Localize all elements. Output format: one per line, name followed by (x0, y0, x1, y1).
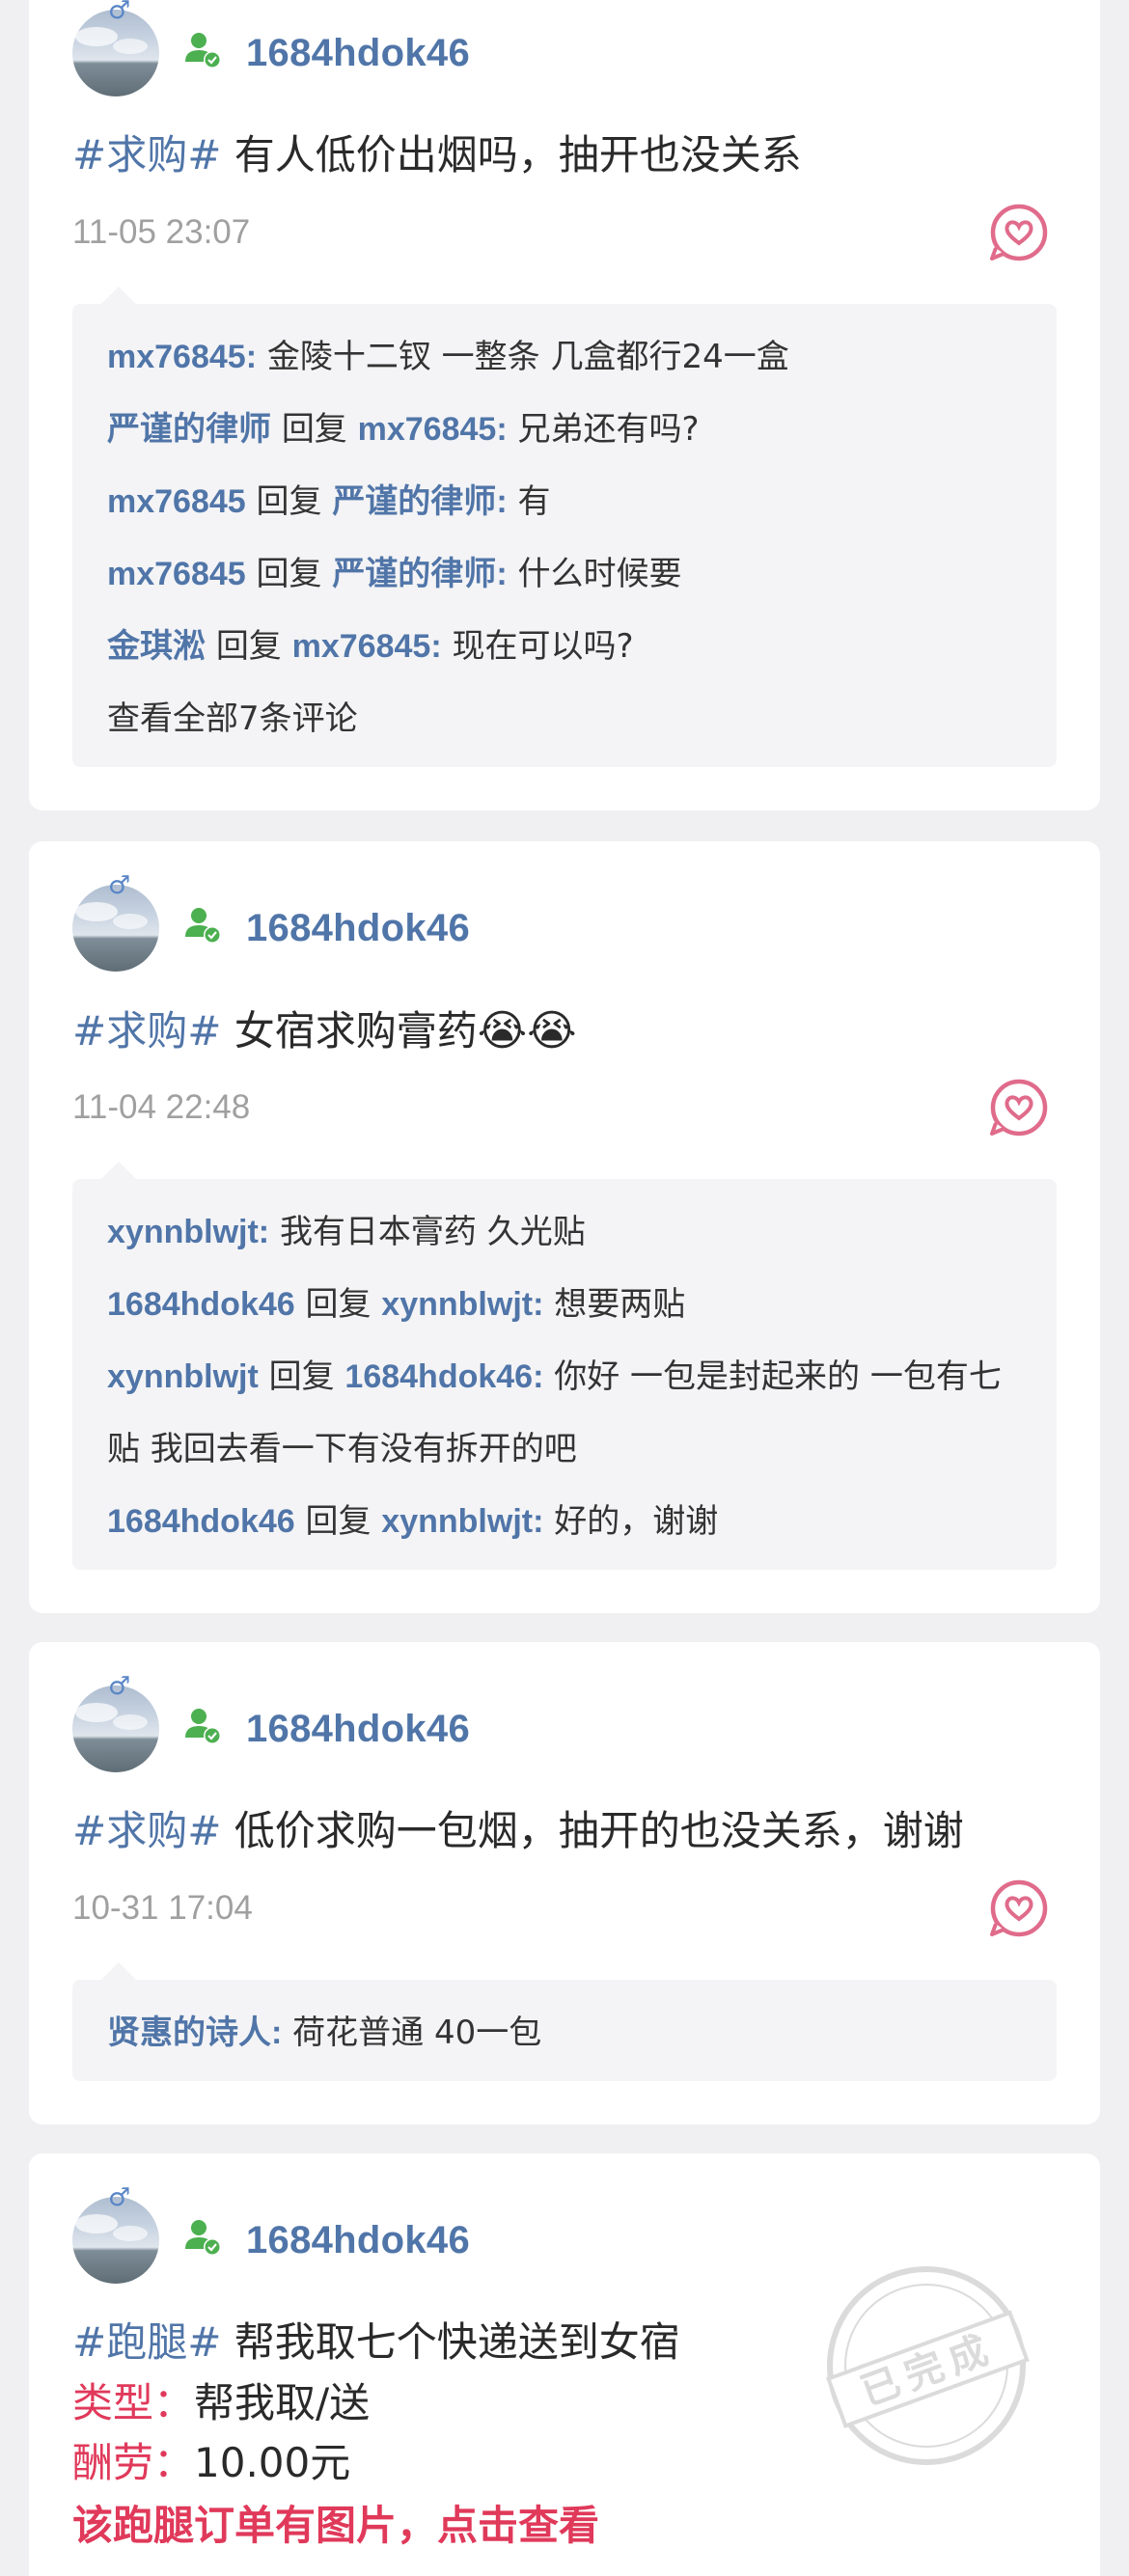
post-time: 10-31 17:04 (72, 1889, 253, 1927)
comment-row[interactable]: 1684hdok46 回复 xynnblwjt: 想要两贴 (107, 1269, 1022, 1341)
reply-word: 回复 (215, 627, 282, 666)
reply-word: 回复 (281, 410, 347, 449)
reply-word: 回复 (268, 1357, 335, 1396)
comment-row[interactable]: 1684hdok46 回复 xynnblwjt: 好的，谢谢 (107, 1486, 1022, 1558)
reply-target[interactable]: xynnblwjt (381, 1503, 533, 1540)
heart-icon[interactable] (989, 1878, 1049, 1938)
comment-text: 什么时候要 (517, 555, 682, 593)
comment-row[interactable]: 贤惠的诗人: 荷花普通 40一包 (107, 1997, 1022, 2069)
comment-text: 荷花普通 40一包 (292, 2014, 542, 2052)
comment-author[interactable]: xynnblwjt (107, 1358, 259, 1395)
comment-text: 兄弟还有吗? (517, 410, 700, 449)
reply-word: 回复 (305, 1502, 372, 1541)
comment-row[interactable]: 金琪淞 回复 mx76845: 现在可以吗? (107, 611, 1022, 683)
reply-target[interactable]: xynnblwjt (381, 1286, 533, 1323)
comment-row[interactable]: xynnblwjt: 我有日本膏药 久光贴 (107, 1196, 1022, 1269)
comment-box: 贤惠的诗人: 荷花普通 40一包 (72, 1962, 1057, 2081)
comment-text: 金陵十二钗 一整条 几盒都行24一盒 (266, 338, 789, 376)
comment-author[interactable]: mx76845 (107, 483, 246, 520)
post-card[interactable]: ♂ 1684hdok46 #求购# 低价求购一包烟，抽开的也没关系，谢谢 10-… (29, 1642, 1100, 2124)
heart-icon[interactable] (989, 203, 1049, 262)
verified-user-icon (185, 1709, 221, 1744)
comment-author[interactable]: mx76845 (107, 556, 246, 592)
verified-user-icon (185, 908, 221, 944)
comment-text: 现在可以吗? (452, 627, 634, 666)
comment-row[interactable]: mx76845: 金陵十二钗 一整条 几盒都行24一盒 (107, 321, 1022, 394)
order-type-value: 帮我取/送 (194, 2379, 371, 2426)
post-content: 帮我取七个快递送到女宿 (234, 2318, 680, 2366)
male-icon: ♂ (108, 2183, 131, 2212)
reply-target[interactable]: mx76845 (358, 411, 497, 448)
male-icon: ♂ (108, 0, 131, 25)
comment-text: 好的，谢谢 (554, 1502, 719, 1541)
comment-author[interactable]: xynnblwjt (107, 1214, 259, 1250)
reply-word: 回复 (256, 482, 322, 521)
stamp-text: 已完成 (855, 2325, 1001, 2414)
reply-target[interactable]: mx76845 (292, 628, 431, 665)
post-time: 11-05 23:07 (72, 213, 251, 251)
comment-text: 有 (517, 482, 551, 521)
post-text[interactable]: #求购# 女宿求购膏药😭😭 (72, 1010, 577, 1053)
comment-row[interactable]: xynnblwjt 回复 1684hdok46: 你好 一包是封起来的 一包有七… (107, 1341, 1022, 1486)
verified-user-icon (185, 2220, 221, 2256)
verified-user-icon (185, 33, 221, 69)
post-text[interactable]: #求购# 低价求购一包烟，抽开的也没关系，谢谢 (72, 1811, 964, 1851)
comment-text: 想要两贴 (554, 1285, 686, 1324)
order-fee: 酬劳：10.00元 (72, 2443, 350, 2483)
post-text[interactable]: #跑腿# 帮我取七个快递送到女宿 (72, 2322, 680, 2363)
comment-author[interactable]: 1684hdok46 (107, 1503, 295, 1540)
comment-row[interactable]: mx76845 回复 严谨的律师: 什么时候要 (107, 538, 1022, 611)
view-order-images-link[interactable]: 该跑腿订单有图片，点击查看 (72, 2506, 599, 2546)
comment-text: 我有日本膏药 久光贴 (279, 1213, 586, 1251)
comment-row[interactable]: mx76845 回复 严谨的律师: 有 (107, 466, 1022, 538)
reply-target[interactable]: 1684hdok46 (344, 1358, 533, 1395)
reply-target[interactable]: 严谨的律师 (332, 556, 496, 592)
male-icon: ♂ (108, 871, 131, 900)
post-card[interactable]: ♂ 1684hdok46 已完成 #跑腿# 帮我取七个快递送到女宿 类型：帮我取… (29, 2153, 1100, 2576)
post-time: 11-04 22:48 (72, 1088, 251, 1126)
reply-target[interactable]: 严谨的律师 (332, 483, 496, 520)
reply-word: 回复 (256, 555, 322, 593)
order-type-label: 类型： (72, 2379, 195, 2426)
post-content: 有人低价出烟吗，抽开也没关系 (234, 131, 802, 178)
post-tag[interactable]: #跑腿# (72, 2318, 221, 2366)
comment-row[interactable]: 严谨的律师 回复 mx76845: 兄弟还有吗? (107, 394, 1022, 466)
comment-author[interactable]: 1684hdok46 (107, 1286, 295, 1323)
comment-box: mx76845: 金陵十二钗 一整条 几盒都行24一盒 严谨的律师 回复 mx7… (72, 287, 1057, 767)
order-fee-value: 10.00元 (194, 2439, 351, 2486)
heart-icon[interactable] (989, 1078, 1049, 1137)
username[interactable]: 1684hdok46 (246, 1710, 470, 1748)
username[interactable]: 1684hdok46 (246, 909, 470, 947)
comment-author[interactable]: 金琪淞 (107, 628, 206, 665)
post-content: 女宿求购膏药 (234, 1007, 478, 1055)
username[interactable]: 1684hdok46 (246, 34, 470, 72)
post-card[interactable]: ♂ 1684hdok46 #求购# 女宿求购膏药😭😭 11-04 22:48 x… (29, 841, 1100, 1613)
post-text[interactable]: #求购# 有人低价出烟吗，抽开也没关系 (72, 135, 802, 176)
comment-author[interactable]: 贤惠的诗人 (107, 2014, 271, 2051)
post-tag[interactable]: #求购# (72, 1007, 221, 1055)
username[interactable]: 1684hdok46 (246, 2221, 470, 2260)
comment-author[interactable]: 严谨的律师 (107, 411, 271, 448)
order-fee-label: 酬劳： (72, 2439, 195, 2486)
comment-box: xynnblwjt: 我有日本膏药 久光贴 1684hdok46 回复 xynn… (72, 1162, 1057, 1570)
order-type: 类型：帮我取/送 (72, 2383, 370, 2424)
post-tag[interactable]: #求购# (72, 131, 221, 178)
view-all-comments-link[interactable]: 查看全部7条评论 (107, 683, 1022, 755)
completed-stamp: 已完成 (825, 2266, 1030, 2465)
post-content: 低价求购一包烟，抽开的也没关系，谢谢 (234, 1807, 964, 1854)
comment-author[interactable]: mx76845 (107, 339, 246, 375)
post-tag[interactable]: #求购# (72, 1807, 221, 1854)
crying-emoji: 😭😭 (477, 1006, 577, 1055)
post-card[interactable]: ♂ 1684hdok46 #求购# 有人低价出烟吗，抽开也没关系 11-05 2… (29, 0, 1100, 810)
male-icon: ♂ (108, 1672, 131, 1701)
reply-word: 回复 (305, 1285, 372, 1324)
